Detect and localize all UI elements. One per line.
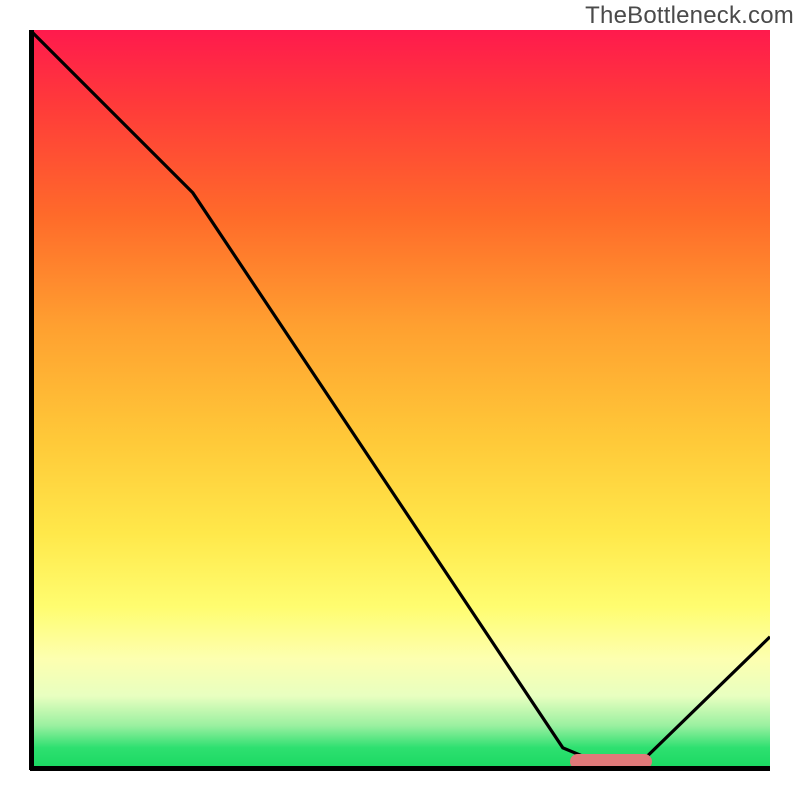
y-axis xyxy=(29,30,34,770)
bottleneck-chart: TheBottleneck.com xyxy=(0,0,800,800)
curve-layer xyxy=(30,30,770,770)
bottleneck-curve-path xyxy=(30,30,770,766)
x-axis xyxy=(30,766,770,771)
watermark-text: TheBottleneck.com xyxy=(585,2,794,30)
